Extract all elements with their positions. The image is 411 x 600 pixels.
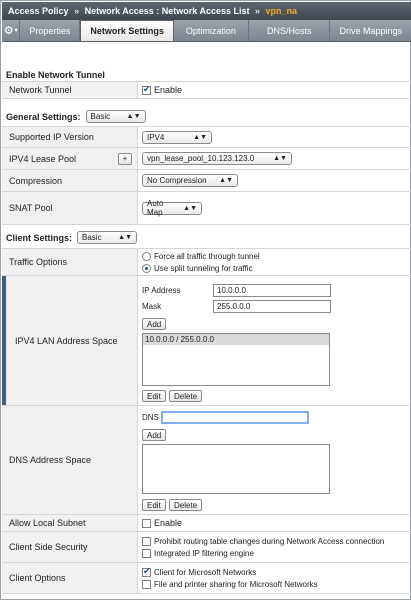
client-mode-value: Basic bbox=[82, 233, 102, 242]
section-title-enable-tunnel: Enable Network Tunnel bbox=[6, 70, 105, 80]
tab-drive-mappings[interactable]: Drive Mappings bbox=[330, 20, 411, 41]
section-title-client: Client Settings: Basic ▲▼ bbox=[2, 231, 411, 244]
split-tunneling-label: Use split tunneling for traffic bbox=[154, 263, 253, 273]
breadcrumb-access-policy[interactable]: Access Policy bbox=[8, 6, 69, 16]
section-title-general: General Settings: Basic ▲▼ bbox=[2, 110, 411, 123]
snat-pool-row: SNAT Pool Auto Map ▲▼ bbox=[2, 192, 411, 225]
general-settings-title: General Settings: bbox=[6, 111, 81, 122]
snat-pool-label: SNAT Pool bbox=[2, 192, 138, 224]
chevron-down-icon: ▲▼ bbox=[118, 234, 133, 241]
tab-properties[interactable]: Properties bbox=[20, 20, 81, 41]
mask-input[interactable]: 255.0.0.0 bbox=[213, 300, 331, 313]
supported-ip-select[interactable]: IPV4 ▲▼ bbox=[142, 130, 212, 144]
local-subnet-label: Allow Local Subnet bbox=[2, 515, 138, 531]
general-mode-select[interactable]: Basic ▲▼ bbox=[85, 110, 146, 123]
tab-network-settings[interactable]: Network Settings bbox=[80, 20, 174, 41]
lease-pool-label: IPV4 Lease Pool bbox=[9, 153, 77, 164]
general-mode-value: Basic bbox=[90, 112, 111, 121]
network-tunnel-checkbox[interactable] bbox=[142, 84, 151, 95]
network-tunnel-row: Network Tunnel Enable bbox=[2, 81, 411, 99]
breadcrumb-current: vpn_na bbox=[265, 6, 298, 16]
breadcrumb-separator: » bbox=[74, 6, 80, 16]
local-subnet-row: Allow Local Subnet Enable bbox=[2, 515, 411, 532]
chevron-down-icon: ▲▼ bbox=[193, 133, 207, 141]
prohibit-routing-label: Prohibit routing table changes during Ne… bbox=[154, 536, 385, 546]
edit-lan-address-button[interactable]: Edit bbox=[142, 390, 166, 402]
delete-lan-address-button[interactable]: Delete bbox=[169, 390, 203, 402]
file-printer-sharing-label: File and printer sharing for Microsoft N… bbox=[154, 579, 318, 589]
lan-address-list[interactable]: 10.0.0.0 / 255.0.0.0 bbox=[142, 333, 330, 386]
tab-dns-hosts[interactable]: DNS/Hosts bbox=[249, 20, 331, 41]
lease-pool-select[interactable]: vpn_lease_pool_10.123.123.0 ▲▼ bbox=[142, 152, 292, 165]
dns-input[interactable] bbox=[161, 411, 309, 424]
compression-select[interactable]: No Compression ▲▼ bbox=[142, 174, 238, 187]
dns-address-space-row: DNS Address Space DNS Add Edit Delete bbox=[2, 406, 411, 515]
client-security-label: Client Side Security bbox=[2, 532, 138, 562]
breadcrumb-network-access-list[interactable]: Network Access : Network Access List bbox=[85, 6, 250, 16]
supported-ip-row: Supported IP Version IPV4 ▲▼ bbox=[2, 126, 411, 148]
delete-dns-button[interactable]: Delete bbox=[169, 499, 203, 511]
mask-label: Mask bbox=[142, 302, 162, 311]
gear-icon[interactable]: ⚙ ▾ bbox=[2, 20, 21, 41]
breadcrumb: Access Policy » Network Access : Network… bbox=[2, 2, 411, 20]
list-item[interactable]: 10.0.0.0 / 255.0.0.0 bbox=[143, 334, 329, 345]
lan-address-space-label: IPV4 LAN Address Space bbox=[2, 276, 138, 405]
traffic-options-row: Traffic Options Force all traffic throug… bbox=[2, 248, 411, 276]
chevron-down-icon: ▲▼ bbox=[126, 113, 141, 120]
dns-address-space-label: DNS Address Space bbox=[2, 406, 138, 514]
add-lease-pool-button[interactable]: + bbox=[118, 152, 132, 165]
network-tunnel-checkbox-label: Enable bbox=[154, 85, 183, 95]
ip-filtering-checkbox[interactable] bbox=[142, 548, 151, 558]
split-tunneling-radio[interactable] bbox=[142, 263, 151, 273]
force-all-traffic-label: Force all traffic through tunnel bbox=[154, 251, 260, 261]
network-tunnel-label: Network Tunnel bbox=[2, 82, 138, 98]
prohibit-routing-checkbox[interactable] bbox=[142, 536, 151, 546]
tab-optimization[interactable]: Optimization bbox=[174, 20, 249, 41]
force-all-traffic-radio[interactable] bbox=[142, 251, 151, 261]
client-ms-networks-checkbox[interactable] bbox=[142, 566, 151, 577]
ip-address-input[interactable]: 10.0.0.0 bbox=[213, 284, 331, 297]
client-options-label: Client Options bbox=[2, 563, 138, 593]
edit-dns-button[interactable]: Edit bbox=[142, 499, 166, 511]
tab-bar: ⚙ ▾ Properties Network Settings Optimizat… bbox=[2, 20, 411, 42]
dns-address-list[interactable] bbox=[142, 444, 330, 494]
add-lan-address-button[interactable]: Add bbox=[142, 318, 167, 330]
page-frame: Access Policy » Network Access : Network… bbox=[0, 0, 411, 600]
lan-address-space-row: IPV4 LAN Address Space IP Address 10.0.0… bbox=[2, 276, 411, 406]
chevron-down-icon: ▲▼ bbox=[273, 155, 287, 162]
dns-label: DNS bbox=[142, 413, 159, 422]
ip-address-label: IP Address bbox=[142, 286, 181, 295]
client-ms-networks-label: Client for Microsoft Networks bbox=[154, 567, 257, 577]
client-security-row: Client Side Security Prohibit routing ta… bbox=[2, 532, 411, 563]
compression-label: Compression bbox=[2, 170, 138, 191]
lease-pool-row: IPV4 Lease Pool + vpn_lease_pool_10.123.… bbox=[2, 148, 411, 170]
client-mode-select[interactable]: Basic ▲▼ bbox=[77, 231, 138, 244]
local-subnet-checkbox-label: Enable bbox=[154, 518, 183, 528]
ip-filtering-label: Integrated IP filtering engine bbox=[154, 548, 254, 558]
add-dns-button[interactable]: Add bbox=[142, 429, 167, 441]
client-options-row: Client Options Client for Microsoft Netw… bbox=[2, 563, 411, 594]
supported-ip-label: Supported IP Version bbox=[2, 127, 138, 147]
client-settings-title: Client Settings: bbox=[6, 232, 73, 243]
breadcrumb-separator: » bbox=[255, 6, 261, 16]
traffic-options-label: Traffic Options bbox=[2, 249, 138, 275]
chevron-down-icon: ▲▼ bbox=[183, 204, 197, 212]
chevron-down-icon: ▲▼ bbox=[219, 177, 233, 184]
file-printer-sharing-checkbox[interactable] bbox=[142, 579, 151, 589]
snat-pool-select[interactable]: Auto Map ▲▼ bbox=[142, 199, 202, 217]
local-subnet-checkbox[interactable] bbox=[142, 518, 151, 528]
compression-row: Compression No Compression ▲▼ bbox=[2, 170, 411, 192]
